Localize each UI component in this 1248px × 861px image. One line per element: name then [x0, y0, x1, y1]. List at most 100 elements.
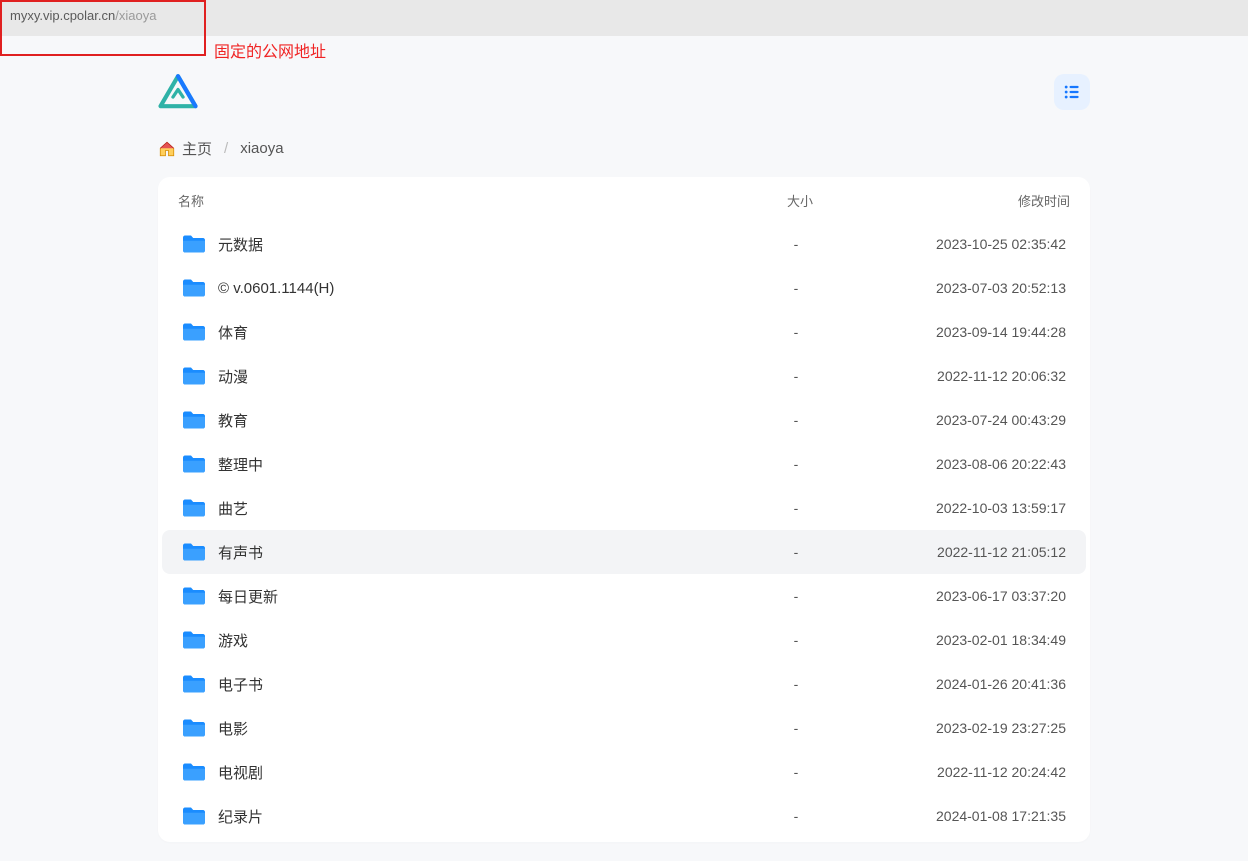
row-time-cell: 2023-06-17 03:37:20 — [866, 588, 1066, 604]
row-time-cell: 2023-08-06 20:22:43 — [866, 456, 1066, 472]
row-name-cell: 元数据 — [182, 234, 726, 255]
row-name-cell: 教育 — [182, 410, 726, 431]
top-row — [158, 64, 1090, 120]
list-header: 名称 大小 修改时间 — [158, 177, 1090, 222]
row-name-label: 每日更新 — [218, 586, 278, 607]
row-name-label: 曲艺 — [218, 498, 248, 519]
row-time-cell: 2023-10-25 02:35:42 — [866, 236, 1066, 252]
app-logo[interactable] — [158, 74, 198, 110]
row-size-cell: - — [726, 720, 866, 736]
row-name-label: 整理中 — [218, 454, 263, 475]
view-toggle-button[interactable] — [1054, 74, 1090, 110]
file-list-panel: 名称 大小 修改时间 元数据-2023-10-25 02:35:42© v.06… — [158, 177, 1090, 842]
folder-icon — [182, 542, 206, 562]
row-name-cell: © v.0601.1144(H) — [182, 278, 726, 298]
row-time-cell: 2023-07-03 20:52:13 — [866, 280, 1066, 296]
row-size-cell: - — [726, 588, 866, 604]
row-name-label: © v.0601.1144(H) — [218, 280, 334, 297]
address-url-box[interactable]: myxy.vip.cpolar.cn/xiaoya — [0, 0, 206, 56]
list-view-icon — [1062, 82, 1082, 102]
table-row[interactable]: 电影 -2023-02-19 23:27:25 — [162, 706, 1086, 750]
folder-icon — [182, 278, 206, 298]
row-time-cell: 2022-11-12 21:05:12 — [866, 544, 1066, 560]
folder-icon — [182, 366, 206, 386]
address-path: /xiaoya — [115, 8, 156, 23]
row-size-cell: - — [726, 324, 866, 340]
breadcrumb: 主页 / xiaoya — [158, 138, 1090, 159]
row-name-label: 电子书 — [218, 674, 263, 695]
folder-icon — [182, 234, 206, 254]
folder-icon — [182, 586, 206, 606]
folder-icon — [182, 630, 206, 650]
row-name-cell: 纪录片 — [182, 806, 726, 827]
row-size-cell: - — [726, 500, 866, 516]
row-size-cell: - — [726, 544, 866, 560]
row-size-cell: - — [726, 764, 866, 780]
row-size-cell: - — [726, 368, 866, 384]
row-name-label: 教育 — [218, 410, 248, 431]
row-name-cell: 电视剧 — [182, 762, 726, 783]
address-host: myxy.vip.cpolar.cn — [10, 8, 115, 23]
address-url: myxy.vip.cpolar.cn/xiaoya — [10, 8, 156, 23]
row-name-cell: 动漫 — [182, 366, 726, 387]
table-row[interactable]: 纪录片 -2024-01-08 17:21:35 — [162, 794, 1086, 838]
breadcrumb-crumb[interactable]: xiaoya — [240, 140, 283, 157]
row-time-cell: 2022-10-03 13:59:17 — [866, 500, 1066, 516]
row-time-cell: 2022-11-12 20:24:42 — [866, 764, 1066, 780]
row-time-cell: 2024-01-26 20:41:36 — [866, 676, 1066, 692]
address-bar-region: myxy.vip.cpolar.cn/xiaoya 固定的公网地址 — [0, 0, 1248, 36]
breadcrumb-home[interactable]: 主页 — [158, 138, 212, 159]
table-row[interactable]: 整理中-2023-08-06 20:22:43 — [162, 442, 1086, 486]
row-name-label: 纪录片 — [218, 806, 263, 827]
folder-icon — [182, 762, 206, 782]
row-name-cell: 电子书 — [182, 674, 726, 695]
row-time-cell: 2023-09-14 19:44:28 — [866, 324, 1066, 340]
table-row[interactable]: © v.0601.1144(H) -2023-07-03 20:52:13 — [162, 266, 1086, 310]
row-size-cell: - — [726, 808, 866, 824]
folder-icon — [182, 322, 206, 342]
row-name-cell: 游戏 — [182, 630, 726, 651]
table-row[interactable]: 游戏-2023-02-01 18:34:49 — [162, 618, 1086, 662]
content-area: 主页 / xiaoya 名称 大小 修改时间 元数据-2023-10-25 02… — [0, 36, 1248, 842]
row-name-label: 元数据 — [218, 234, 263, 255]
row-name-label: 电视剧 — [218, 762, 263, 783]
table-row[interactable]: 动漫 -2022-11-12 20:06:32 — [162, 354, 1086, 398]
table-row[interactable]: 每日更新 -2023-06-17 03:37:20 — [162, 574, 1086, 618]
row-time-cell: 2022-11-12 20:06:32 — [866, 368, 1066, 384]
row-name-cell: 整理中 — [182, 454, 726, 475]
column-header-size[interactable]: 大小 — [730, 191, 870, 210]
folder-icon — [182, 718, 206, 738]
file-list-body: 元数据-2023-10-25 02:35:42© v.0601.1144(H)-… — [158, 222, 1090, 838]
row-name-cell: 有声书 — [182, 542, 726, 563]
breadcrumb-separator: / — [224, 140, 228, 157]
row-size-cell: - — [726, 632, 866, 648]
row-size-cell: - — [726, 236, 866, 252]
table-row[interactable]: 教育 -2023-07-24 00:43:29 — [162, 398, 1086, 442]
table-row[interactable]: 体育 -2023-09-14 19:44:28 — [162, 310, 1086, 354]
row-time-cell: 2023-02-19 23:27:25 — [866, 720, 1066, 736]
column-header-time[interactable]: 修改时间 — [870, 191, 1070, 210]
table-row[interactable]: 曲艺 -2022-10-03 13:59:17 — [162, 486, 1086, 530]
row-size-cell: - — [726, 412, 866, 428]
row-size-cell: - — [726, 676, 866, 692]
row-time-cell: 2023-07-24 00:43:29 — [866, 412, 1066, 428]
row-name-label: 电影 — [218, 718, 248, 739]
breadcrumb-home-label: 主页 — [182, 138, 212, 159]
table-row[interactable]: 电视剧 -2022-11-12 20:24:42 — [162, 750, 1086, 794]
row-time-cell: 2024-01-08 17:21:35 — [866, 808, 1066, 824]
row-size-cell: - — [726, 280, 866, 296]
folder-icon — [182, 806, 206, 826]
row-name-label: 体育 — [218, 322, 248, 343]
row-name-cell: 电影 — [182, 718, 726, 739]
annotation-label: 固定的公网地址 — [214, 38, 326, 62]
row-name-cell: 体育 — [182, 322, 726, 343]
table-row[interactable]: 有声书-2022-11-12 21:05:12 — [162, 530, 1086, 574]
row-name-cell: 曲艺 — [182, 498, 726, 519]
column-header-name[interactable]: 名称 — [178, 191, 730, 210]
table-row[interactable]: 电子书 -2024-01-26 20:41:36 — [162, 662, 1086, 706]
logo-icon — [158, 74, 198, 110]
table-row[interactable]: 元数据 -2023-10-25 02:35:42 — [162, 222, 1086, 266]
row-name-label: 游戏 — [218, 630, 248, 651]
row-name-label: 动漫 — [218, 366, 248, 387]
folder-icon — [182, 410, 206, 430]
